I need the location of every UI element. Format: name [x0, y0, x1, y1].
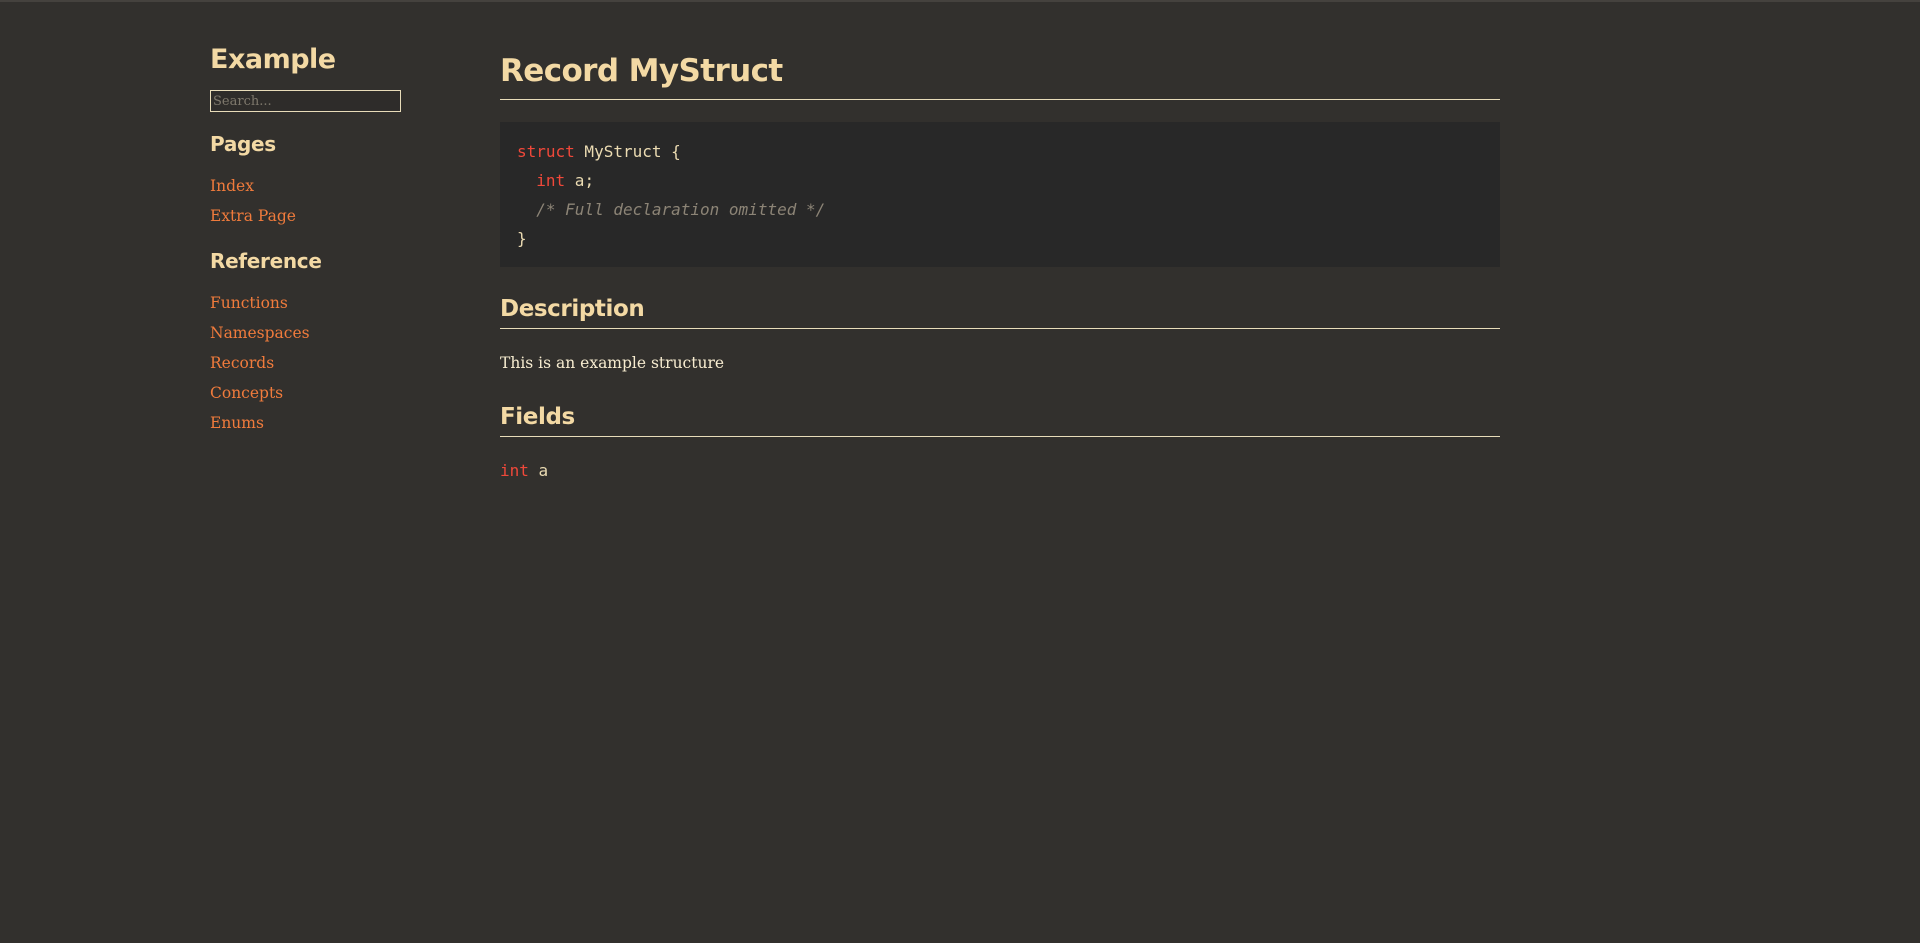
code-keyword: struct — [517, 142, 575, 161]
search-input[interactable] — [210, 90, 401, 112]
code-keyword: int — [536, 171, 566, 190]
fields-heading: Fields — [500, 401, 1500, 437]
nav-link-records[interactable]: Records — [210, 354, 274, 372]
code-text: } — [517, 229, 527, 248]
list-item: Enums — [210, 408, 450, 438]
list-item: Index — [210, 171, 450, 201]
declaration-code-block: struct MyStruct { int a; /* Full declara… — [500, 122, 1500, 267]
nav-link-concepts[interactable]: Concepts — [210, 384, 283, 402]
field-name: a — [528, 461, 549, 480]
nav-link-functions[interactable]: Functions — [210, 294, 288, 312]
nav-link-namespaces[interactable]: Namespaces — [210, 324, 310, 342]
reference-list: Functions Namespaces Records Concepts En… — [210, 288, 450, 438]
nav-link-index[interactable]: Index — [210, 177, 254, 195]
field-type: int — [500, 461, 529, 480]
code-line-2: int a; — [517, 166, 1483, 195]
list-item: Functions — [210, 288, 450, 318]
main-content: Record MyStruct struct MyStruct { int a;… — [500, 50, 1500, 483]
nav-link-enums[interactable]: Enums — [210, 414, 264, 432]
site-title[interactable]: Example — [210, 40, 450, 80]
description-heading: Description — [500, 293, 1500, 329]
code-text: a; — [565, 171, 595, 190]
code-line-1: struct MyStruct { — [517, 137, 1483, 166]
page-title: Record MyStruct — [500, 50, 1500, 100]
list-item: Concepts — [210, 378, 450, 408]
list-item: Namespaces — [210, 318, 450, 348]
nav-heading-pages: Pages — [210, 132, 276, 156]
code-text: MyStruct { — [574, 142, 681, 161]
list-item: Records — [210, 348, 450, 378]
nav-heading-reference: Reference — [210, 249, 322, 273]
code-comment: /* Full declaration omitted */ — [536, 200, 826, 219]
field-item: int a — [500, 459, 1500, 483]
pages-list: Index Extra Page — [210, 171, 450, 231]
description-text: This is an example structure — [500, 354, 725, 372]
list-item: Extra Page — [210, 201, 450, 231]
code-line-4: } — [517, 224, 1483, 253]
top-border — [0, 0, 1920, 2]
code-line-3: /* Full declaration omitted */ — [517, 195, 1483, 224]
nav-link-extra-page[interactable]: Extra Page — [210, 207, 296, 225]
sidebar: Example Pages Index Extra Page Reference… — [210, 40, 450, 438]
